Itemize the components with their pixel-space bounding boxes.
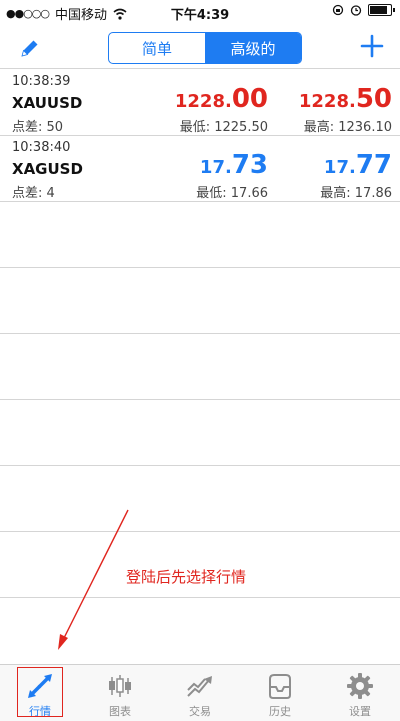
tab-charts[interactable]: 图表	[80, 665, 160, 721]
row-divider	[0, 465, 400, 466]
quote-high: 最高: 1236.10	[303, 120, 392, 135]
quote-low: 最低: 17.66	[196, 186, 268, 201]
quote-time: 10:38:39	[12, 74, 71, 89]
mode-segmented-control: 简单 高级的	[108, 32, 302, 64]
ask-price-prefix: 1228.	[298, 91, 356, 112]
annotation-highlight-box	[17, 667, 63, 717]
quote-spread: 点差: 50	[12, 120, 64, 135]
row-divider	[0, 267, 400, 268]
bid-price: 1228.00	[175, 84, 268, 114]
quote-row-xagusd[interactable]: 10:38:40 XAGUSD 点差: 4 17.73 17.77 最低: 17…	[0, 136, 400, 201]
quote-row-xauusd[interactable]: 10:38:39 XAUUSD 点差: 50 1228.00 1228.50 最…	[0, 70, 400, 135]
ask-price-prefix: 17.	[323, 157, 356, 178]
tab-label: 历史	[269, 705, 291, 718]
status-bar: ●●○○○ 中国移动 下午4:39	[0, 0, 400, 24]
alarm-icon	[350, 5, 362, 16]
tab-settings[interactable]: 设置	[320, 665, 400, 721]
bid-price-prefix: 1228.	[174, 91, 232, 112]
battery-icon	[368, 4, 395, 16]
quote-time: 10:38:40	[12, 140, 71, 155]
bid-price-pips: 73	[231, 150, 268, 180]
gear-icon	[347, 673, 373, 699]
plus-icon[interactable]	[358, 32, 386, 60]
row-divider	[0, 597, 400, 598]
quote-high: 最高: 17.86	[320, 186, 392, 201]
row-divider	[0, 399, 400, 400]
tab-label: 交易	[189, 705, 211, 718]
quote-symbol: XAUUSD	[12, 94, 83, 112]
nav-bar: 简单 高级的	[0, 24, 400, 68]
quote-spread: 点差: 4	[12, 186, 55, 201]
tab-label: 图表	[109, 705, 131, 718]
history-inbox-icon	[269, 674, 291, 699]
tab-trade[interactable]: 交易	[160, 665, 240, 721]
candlestick-chart-icon	[109, 675, 131, 697]
header-divider	[0, 68, 400, 69]
bid-price-pips: 00	[231, 84, 268, 114]
bid-price: 17.73	[200, 150, 268, 180]
row-divider	[0, 333, 400, 334]
quote-low: 最低: 1225.50	[179, 120, 268, 135]
ask-price-pips: 77	[355, 150, 392, 180]
quote-symbol: XAGUSD	[12, 160, 83, 178]
bid-price-prefix: 17.	[199, 157, 232, 178]
ask-price: 1228.50	[299, 84, 392, 114]
ask-price: 17.77	[324, 150, 392, 180]
tab-label: 设置	[349, 705, 371, 718]
status-right	[332, 4, 395, 16]
annotation-text: 登陆后先选择行情	[126, 568, 247, 586]
pencil-icon[interactable]	[18, 36, 42, 60]
ask-price-pips: 50	[355, 84, 392, 114]
rotation-lock-icon	[332, 4, 344, 16]
segment-simple[interactable]: 简单	[109, 33, 205, 63]
row-divider	[0, 531, 400, 532]
tab-history[interactable]: 历史	[240, 665, 320, 721]
row-divider	[0, 201, 400, 202]
trade-chart-icon	[187, 676, 212, 697]
segment-advanced[interactable]: 高级的	[205, 33, 301, 63]
